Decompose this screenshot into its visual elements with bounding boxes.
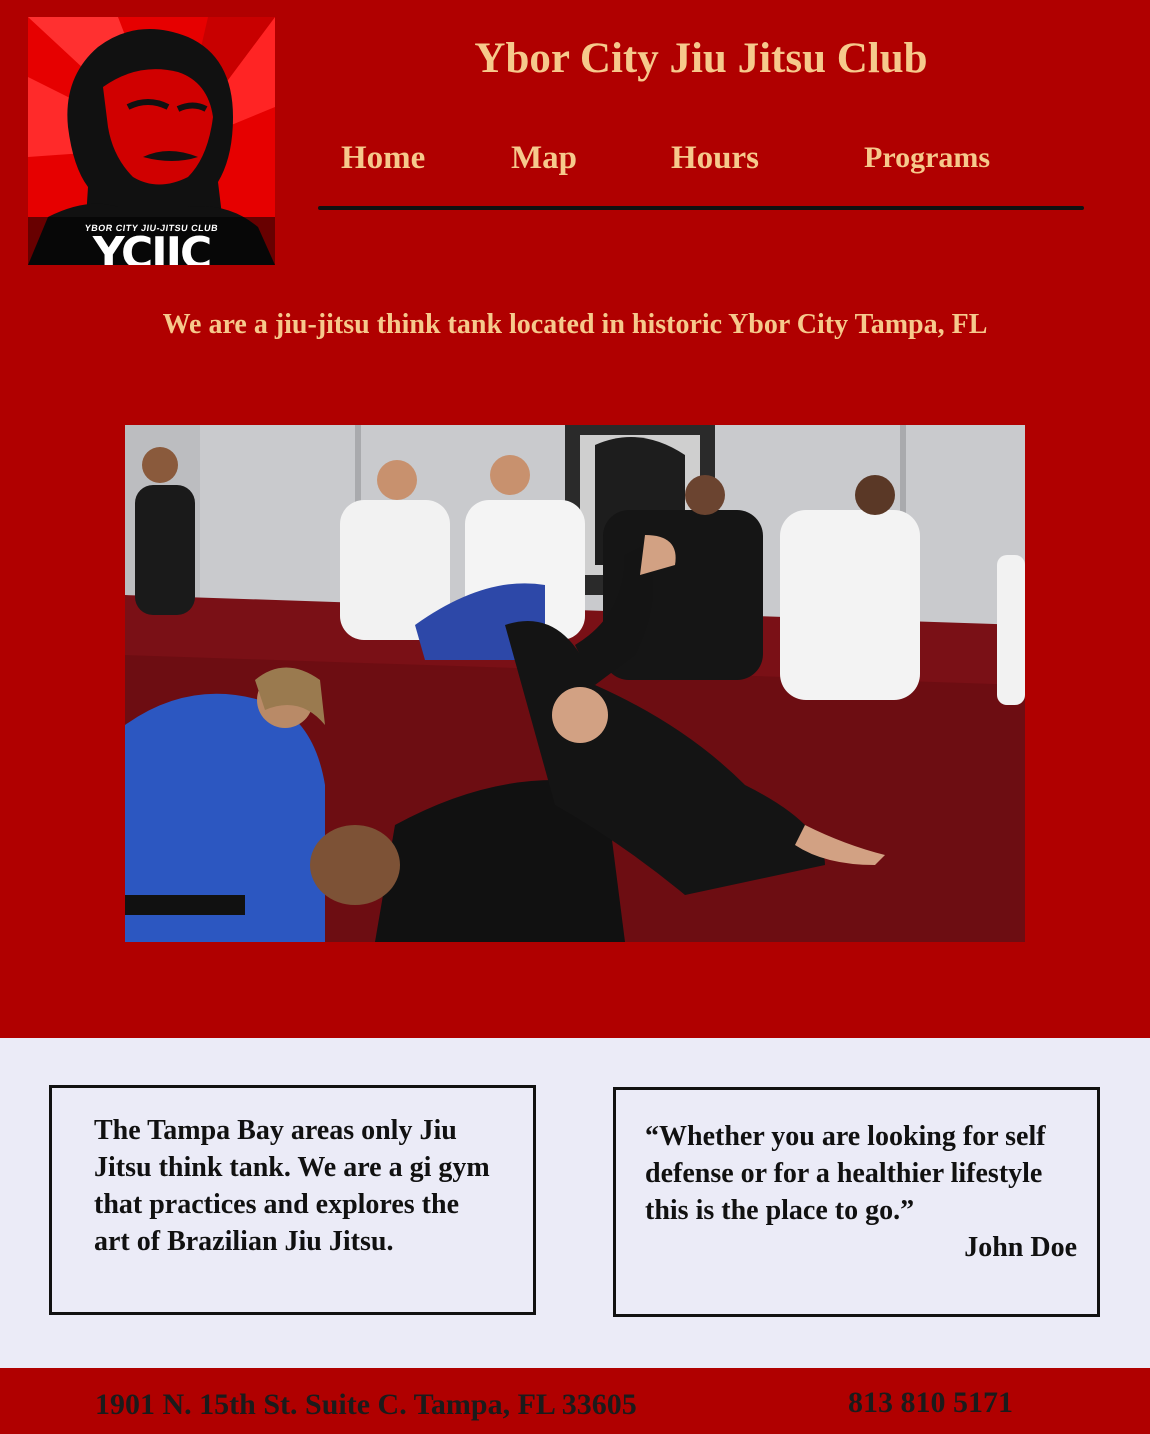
- nav-divider: [318, 206, 1084, 210]
- logo-wordmark: YCJJC: [92, 228, 213, 266]
- footer-address: 1901 N. 15th St. Suite C. Tampa, FL 3360…: [95, 1388, 637, 1421]
- about-text: The Tampa Bay areas only Jiu Jitsu think…: [94, 1115, 490, 1257]
- nav-hours-link[interactable]: Hours: [671, 138, 759, 178]
- footer: 1901 N. 15th St. Suite C. Tampa, FL 3360…: [0, 1368, 1150, 1434]
- nav-map-link[interactable]: Map: [511, 138, 577, 178]
- footer-phone[interactable]: 813 810 5171: [848, 1383, 1013, 1423]
- header-section: YBOR CITY JIU-JITSU CLUB YCJJC Ybor City…: [0, 0, 1150, 1038]
- tagline: We are a jiu-jitsu think tank located in…: [162, 309, 988, 340]
- about-box: The Tampa Bay areas only Jiu Jitsu think…: [49, 1085, 536, 1315]
- testimonial-author: John Doe: [964, 1232, 1077, 1263]
- hero-photo: [125, 425, 1025, 942]
- testimonial-quote: “Whether you are looking for self defens…: [645, 1121, 1046, 1226]
- nav-programs-link[interactable]: Programs: [864, 138, 990, 178]
- site-title: Ybor City Jiu Jitsu Club: [474, 35, 928, 82]
- nav-home-link[interactable]: Home: [341, 138, 425, 178]
- hero-photo-illustration: [125, 425, 1025, 942]
- testimonial-box: “Whether you are looking for self defens…: [613, 1087, 1100, 1317]
- club-logo[interactable]: YBOR CITY JIU-JITSU CLUB YCJJC: [28, 17, 275, 265]
